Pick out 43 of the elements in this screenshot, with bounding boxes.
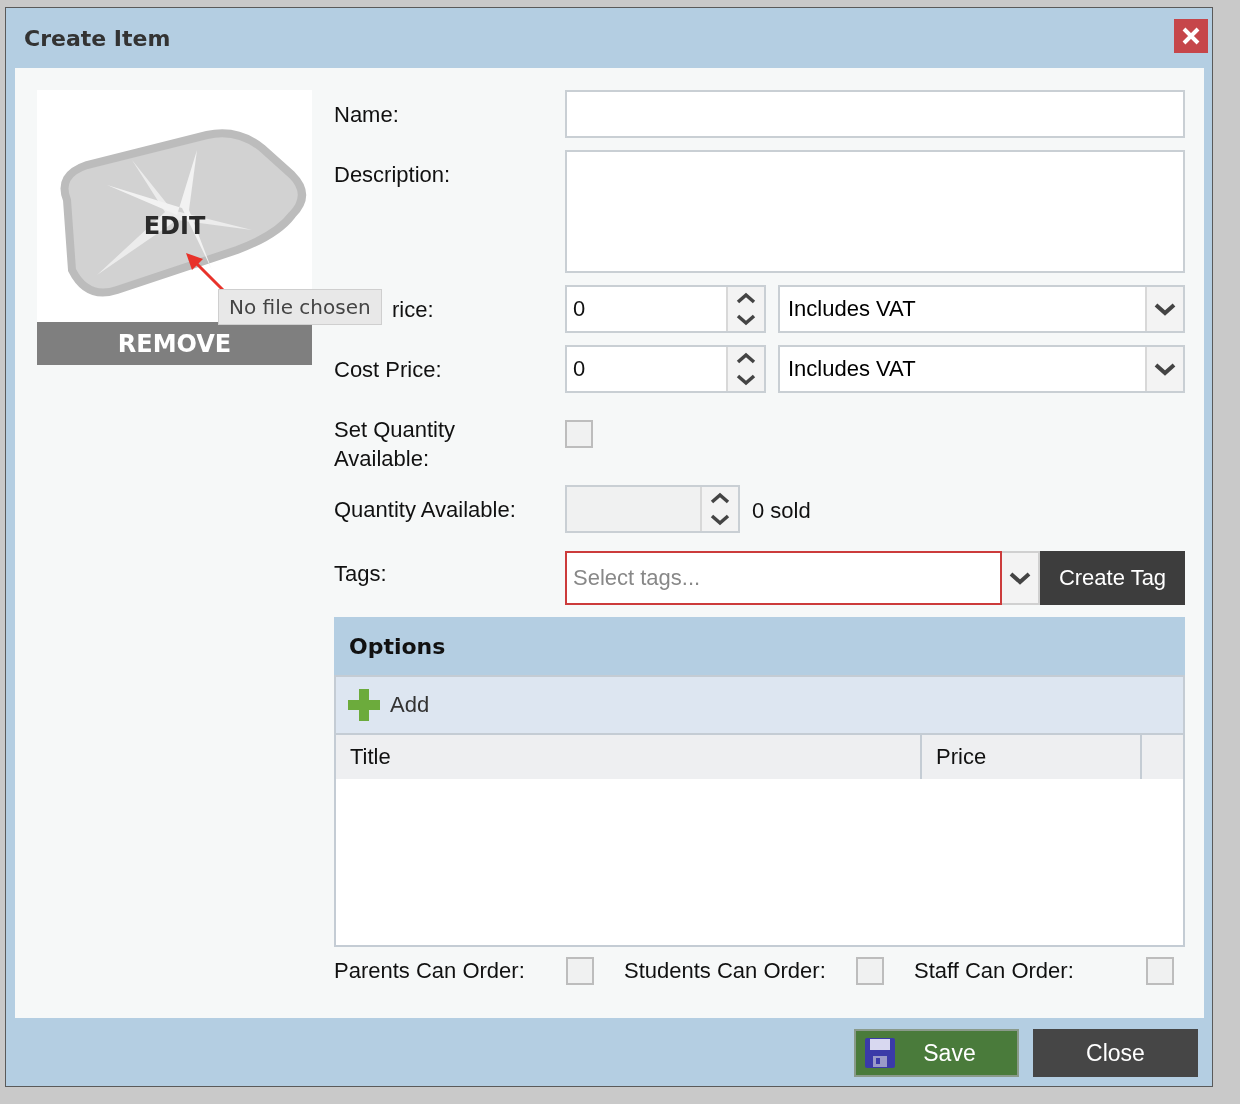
tags-dropdown-button[interactable] bbox=[1002, 551, 1040, 605]
spin-up-icon[interactable] bbox=[735, 291, 757, 305]
window-title: Create Item bbox=[24, 25, 171, 51]
checkbox[interactable] bbox=[856, 957, 884, 985]
sold-count: 0 sold bbox=[752, 497, 811, 524]
column-header[interactable]: Price bbox=[922, 735, 1142, 779]
spin-up-icon[interactable] bbox=[735, 351, 757, 365]
save-button[interactable]: Save bbox=[854, 1029, 1019, 1077]
dropdown-icon bbox=[1153, 301, 1177, 317]
tooltip: No file chosen bbox=[218, 289, 382, 325]
checkbox[interactable] bbox=[1146, 957, 1174, 985]
create-tag-button[interactable]: Create Tag bbox=[1040, 551, 1185, 605]
checkbox[interactable] bbox=[565, 420, 593, 448]
field-label: Cost Price: bbox=[334, 357, 442, 382]
dropdown-icon bbox=[1153, 361, 1177, 377]
field-label: Tags: bbox=[334, 561, 387, 586]
number-field[interactable]: 0 bbox=[565, 345, 766, 393]
field-label: Quantity Available: bbox=[334, 497, 516, 522]
add-button[interactable]: Add bbox=[348, 689, 430, 721]
column-header[interactable]: Title bbox=[336, 735, 922, 779]
close-dialog-button[interactable]: Close bbox=[1033, 1029, 1198, 1077]
checkbox-label: Parents Can Order: bbox=[334, 958, 525, 984]
close-icon bbox=[1180, 25, 1202, 47]
spin-down-icon[interactable] bbox=[735, 313, 757, 327]
options-header: Options bbox=[334, 617, 1185, 675]
field-label: rice: bbox=[392, 297, 434, 322]
close-button[interactable] bbox=[1174, 19, 1208, 53]
text-field[interactable] bbox=[565, 90, 1185, 138]
field-label: Description: bbox=[334, 162, 451, 187]
dropdown-icon bbox=[1008, 570, 1032, 586]
vat-select[interactable]: Includes VAT bbox=[778, 345, 1185, 393]
checkbox[interactable] bbox=[566, 957, 594, 985]
field-label: Set Quantity Available: bbox=[334, 417, 456, 471]
plus-icon bbox=[348, 689, 380, 721]
tags-field[interactable]: Select tags... bbox=[565, 551, 1002, 605]
spin-down-icon[interactable] bbox=[735, 373, 757, 387]
number-field[interactable]: 0 bbox=[565, 285, 766, 333]
vat-select[interactable]: Includes VAT bbox=[778, 285, 1185, 333]
edit-button[interactable]: EDIT bbox=[138, 212, 211, 240]
field-label: Name: bbox=[334, 102, 399, 127]
remove-button[interactable]: REMOVE bbox=[37, 322, 312, 365]
checkbox-label: Students Can Order: bbox=[624, 958, 826, 984]
checkbox-label: Staff Can Order: bbox=[914, 958, 1074, 984]
